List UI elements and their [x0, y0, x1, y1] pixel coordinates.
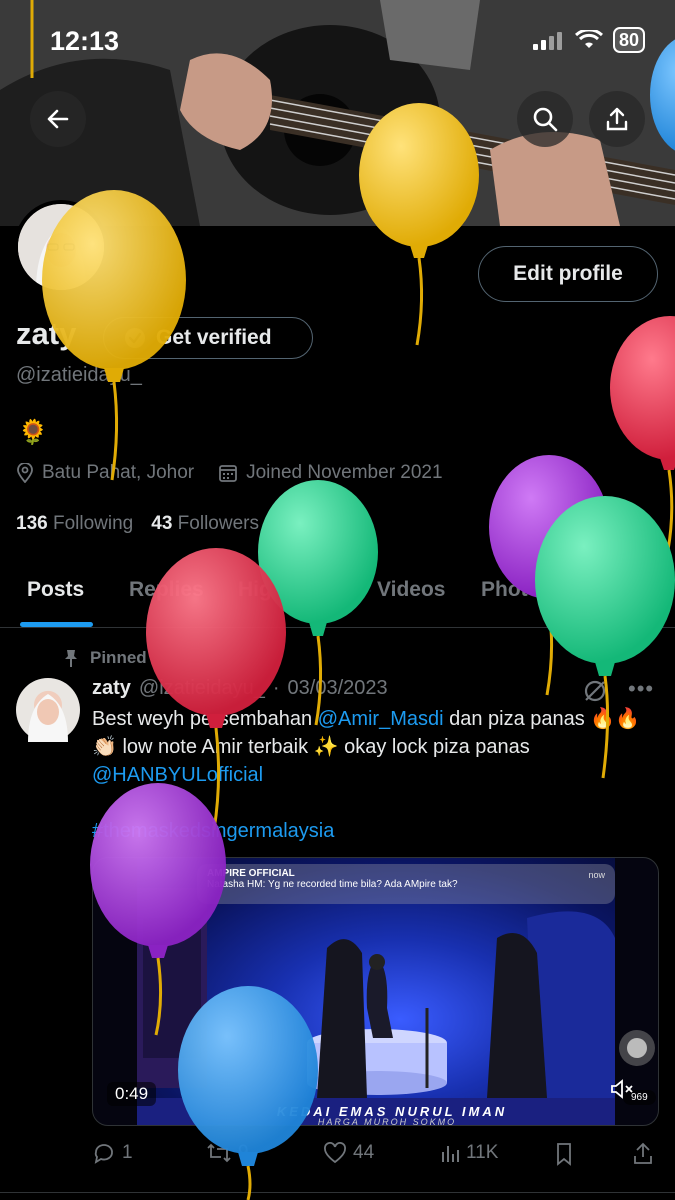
tweet-author-handle[interactable]: @izatieidayu_	[139, 677, 265, 700]
search-icon	[533, 107, 558, 132]
tweet-header: zaty @izatieidayu_ · 03/03/2023	[92, 677, 388, 700]
avatar-image	[18, 204, 104, 290]
tweet-date[interactable]: 03/03/2023	[288, 677, 388, 700]
pin-icon	[65, 650, 77, 667]
follow-stats: 136 Following 43 Followers	[16, 513, 259, 535]
views-icon	[442, 1146, 459, 1162]
wifi-icon	[574, 30, 603, 48]
battery-indicator: 80	[612, 27, 645, 53]
profile-avatar[interactable]	[14, 200, 108, 294]
profile-location: Batu Pahat, Johor	[42, 462, 195, 483]
share-tweet-button[interactable]	[632, 1142, 654, 1166]
mention-hanbyul[interactable]: @HANBYULofficial	[92, 764, 263, 786]
repost-button[interactable]: 9	[206, 1142, 249, 1164]
tweet-avatar[interactable]	[16, 678, 80, 742]
profile-tabs: Posts Replies Highlights Videos Photos A…	[0, 560, 675, 628]
profile-bio: 🌻	[18, 419, 48, 446]
mute-icon[interactable]	[609, 1078, 635, 1100]
repost-icon	[207, 1143, 231, 1163]
get-verified-button[interactable]: Get verified	[103, 317, 313, 359]
video-banner-sub: HARGA MUROH SOKMO	[317, 1117, 457, 1126]
location-pin-icon	[17, 463, 33, 483]
video-notification-text: Natasha HM: Yg ne recorded time bila? Ad…	[207, 879, 458, 890]
video-frame: AMPIRE OFFICIAL Natasha HM: Yg ne record…	[137, 858, 656, 1126]
tab-replies[interactable]: Replies	[129, 578, 204, 602]
share-profile-button[interactable]	[589, 91, 645, 147]
status-bar: 12:13 80	[0, 0, 675, 80]
tweet-separator: ·	[272, 677, 280, 699]
tweet-actions: 1 9 44 11K	[92, 1138, 662, 1172]
status-time: 12:13	[50, 26, 120, 56]
tweet-author-name[interactable]: zaty	[92, 677, 131, 700]
back-arrow-icon	[47, 109, 69, 129]
pinned-indicator: Pinned	[62, 648, 147, 668]
reply-count: 1	[122, 1142, 133, 1163]
tweet-divider	[0, 1192, 675, 1193]
tweet-avatar-image	[28, 694, 68, 742]
following-link[interactable]: 136 Following	[16, 513, 133, 535]
get-verified-label: Get verified	[156, 326, 272, 349]
search-button[interactable]	[517, 91, 573, 147]
followers-count: 43	[151, 513, 173, 534]
like-icon	[324, 1142, 346, 1164]
tab-videos[interactable]: Videos	[377, 578, 445, 602]
views-button[interactable]: 11K	[440, 1142, 498, 1164]
reply-button[interactable]: 1	[92, 1142, 133, 1164]
video-duration: 0:49	[107, 1082, 157, 1106]
profile-joined: Joined November 2021	[246, 462, 443, 483]
video-notification: AMPIRE OFFICIAL Natasha HM: Yg ne record…	[197, 864, 615, 904]
profile-name: zaty	[16, 316, 77, 351]
profile-handle: @izatieidayu_	[16, 364, 142, 386]
followers-label: Followers	[177, 513, 259, 534]
tweet-video[interactable]: AMPIRE OFFICIAL Natasha HM: Yg ne record…	[92, 857, 659, 1126]
like-count: 44	[353, 1142, 375, 1163]
tab-articles[interactable]: Articles	[587, 578, 664, 602]
edit-profile-button[interactable]: Edit profile	[478, 246, 658, 302]
video-notification-time: now	[588, 870, 605, 880]
video-control-button[interactable]	[619, 1030, 655, 1066]
repost-count: 9	[238, 1142, 249, 1163]
calendar-icon	[219, 465, 238, 482]
back-button[interactable]	[30, 91, 86, 147]
following-count: 136	[16, 513, 48, 534]
mention-amir[interactable]: @Amir_Masdi	[318, 708, 444, 730]
tweet-text-part1: Best weyh persembahan	[92, 708, 318, 730]
tab-highlights[interactable]: Highlights	[238, 578, 341, 602]
verified-check-icon	[125, 328, 145, 348]
hashtag-link[interactable]: #themaskedsingermalaysia	[92, 820, 334, 842]
status-icons: 80	[532, 27, 645, 53]
share-tweet-icon	[634, 1142, 652, 1164]
video-notification-title: AMPIRE OFFICIAL	[207, 868, 295, 879]
tab-photos[interactable]: Photos	[481, 578, 552, 602]
reply-icon	[94, 1144, 113, 1164]
tweet-more-icon[interactable]: •••	[628, 676, 654, 702]
tab-posts[interactable]: Posts	[27, 578, 84, 602]
tweet-text: Best weyh persembahan @Amir_Masdi dan pi…	[92, 705, 652, 845]
profile-meta: Batu Pahat, Johor Joined November 2021	[16, 462, 443, 484]
active-tab-indicator	[20, 622, 93, 627]
following-label: Following	[52, 513, 134, 534]
balloon-red-1	[610, 316, 675, 551]
like-button[interactable]: 44	[323, 1142, 374, 1164]
bookmark-button[interactable]	[554, 1142, 574, 1166]
signal-icon	[532, 32, 562, 50]
views-count: 11K	[466, 1142, 499, 1163]
share-icon	[606, 107, 628, 131]
followers-link[interactable]: 43 Followers	[151, 513, 259, 535]
bookmark-icon	[557, 1143, 571, 1166]
pinned-label: Pinned	[90, 648, 147, 667]
grok-icon[interactable]	[582, 678, 608, 704]
